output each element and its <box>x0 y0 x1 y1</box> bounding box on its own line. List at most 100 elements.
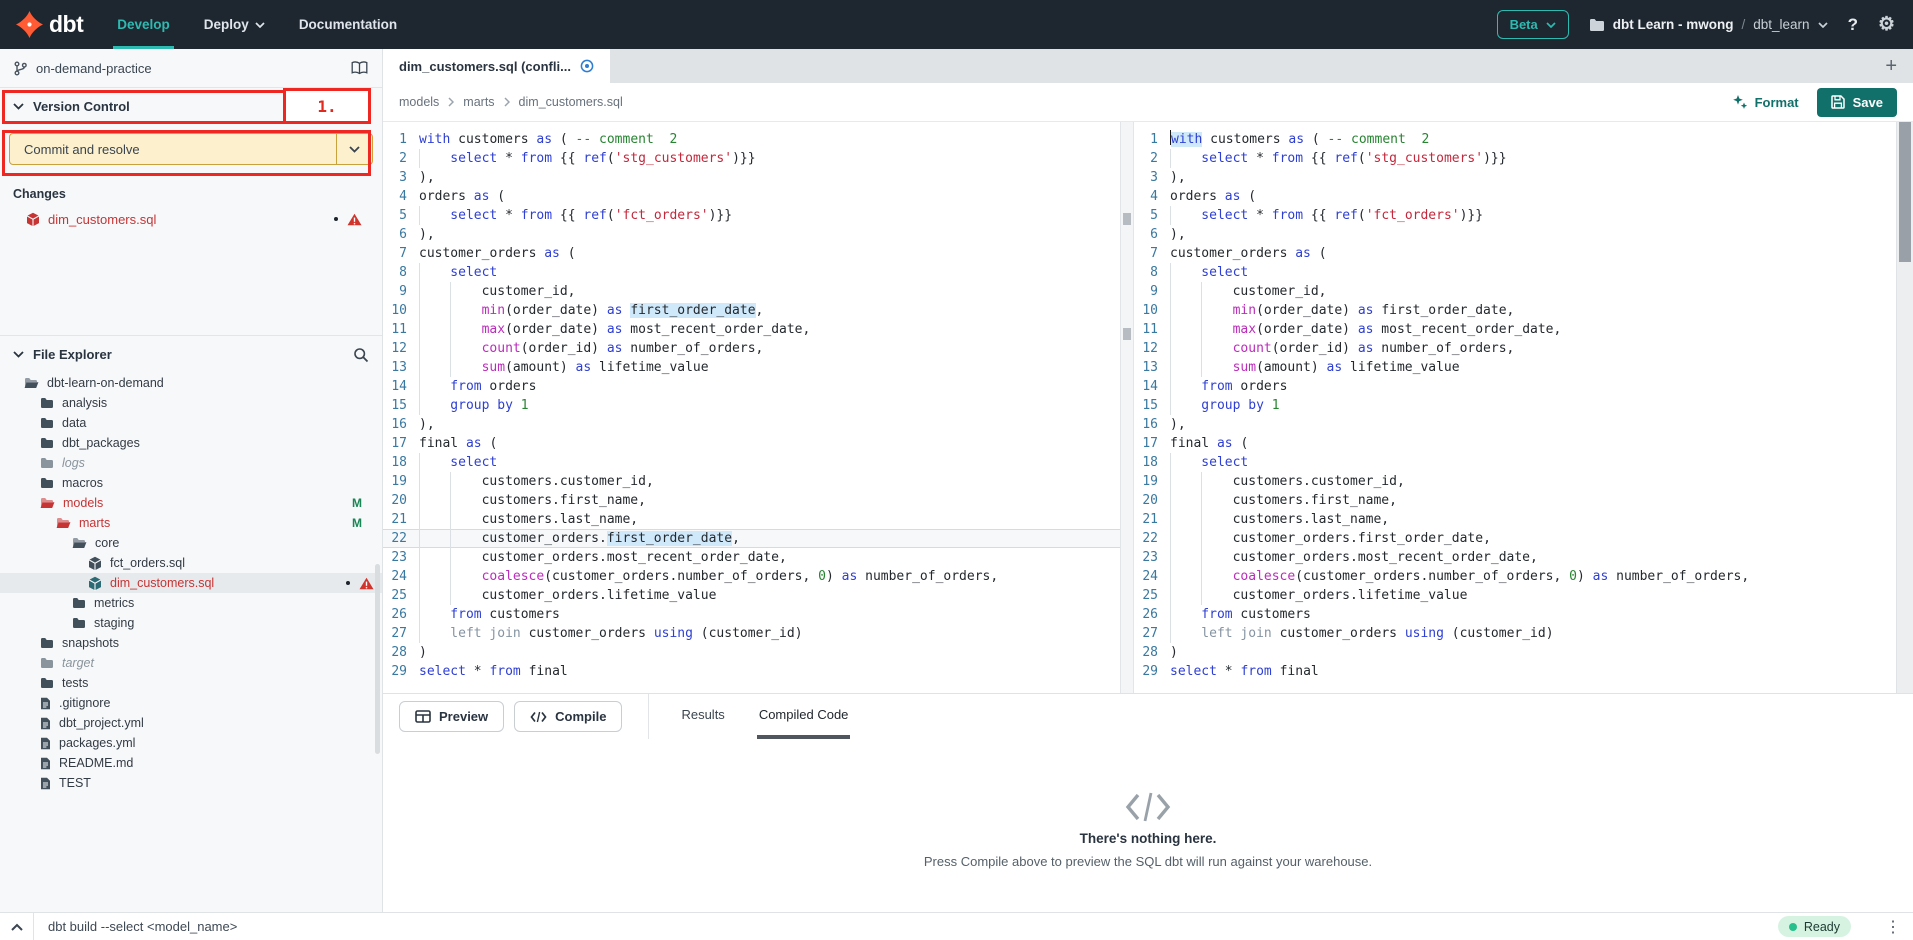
code-line-13[interactable]: 13sum(amount) as lifetime_value <box>383 358 1133 377</box>
code-line-22[interactable]: 22customer_orders.first_order_date, <box>1134 529 1896 548</box>
tree-item-readme-md[interactable]: README.md <box>0 753 382 773</box>
code-line-3[interactable]: 3), <box>1134 168 1896 187</box>
code-line-26[interactable]: 26from customers <box>383 605 1133 624</box>
code-line-16[interactable]: 16), <box>1134 415 1896 434</box>
dbt-logo[interactable]: dbt <box>16 11 83 38</box>
tree-item-dbt-project-yml[interactable]: dbt_project.yml <box>0 713 382 733</box>
code-line-11[interactable]: 11max(order_date) as most_recent_order_d… <box>383 320 1133 339</box>
breadcrumb-models[interactable]: models <box>399 95 439 109</box>
commit-and-resolve-button[interactable]: Commit and resolve <box>10 134 336 164</box>
tree-item-core[interactable]: core <box>0 533 382 553</box>
code-line-14[interactable]: 14from orders <box>1134 377 1896 396</box>
tab-dim-customers[interactable]: dim_customers.sql (confli... <box>383 49 610 83</box>
tree-item-analysis[interactable]: analysis <box>0 393 382 413</box>
nav-item-deploy[interactable]: Deploy <box>204 0 265 49</box>
tree-item-data[interactable]: data <box>0 413 382 433</box>
code-line-7[interactable]: 7customer_orders as ( <box>383 244 1133 263</box>
branch-row[interactable]: on-demand-practice <box>0 49 382 88</box>
code-line-21[interactable]: 21customers.last_name, <box>383 510 1133 529</box>
format-button[interactable]: Format <box>1732 94 1799 110</box>
tree-item-logs[interactable]: logs <box>0 453 382 473</box>
nav-item-develop[interactable]: Develop <box>117 0 170 49</box>
code-line-3[interactable]: 3), <box>383 168 1133 187</box>
code-line-1[interactable]: 1with customers as ( -- comment 2 <box>1134 130 1896 149</box>
code-line-21[interactable]: 21customers.last_name, <box>1134 510 1896 529</box>
tree-item-packages-yml[interactable]: packages.yml <box>0 733 382 753</box>
breadcrumb-file[interactable]: dim_customers.sql <box>519 95 623 109</box>
results-tab[interactable]: Results <box>679 694 726 739</box>
code-line-7[interactable]: 7customer_orders as ( <box>1134 244 1896 263</box>
code-line-18[interactable]: 18select <box>1134 453 1896 472</box>
file-explorer-header[interactable]: File Explorer <box>0 335 382 373</box>
code-line-12[interactable]: 12count(order_id) as number_of_orders, <box>383 339 1133 358</box>
compiled-code-tab[interactable]: Compiled Code <box>757 694 851 739</box>
code-line-18[interactable]: 18select <box>383 453 1133 472</box>
right-scrollbar[interactable] <box>1896 122 1913 693</box>
code-line-15[interactable]: 15group by 1 <box>1134 396 1896 415</box>
code-line-15[interactable]: 15group by 1 <box>383 396 1133 415</box>
code-line-4[interactable]: 4orders as ( <box>383 187 1133 206</box>
code-line-13[interactable]: 13sum(amount) as lifetime_value <box>1134 358 1896 377</box>
code-line-20[interactable]: 20customers.first_name, <box>1134 491 1896 510</box>
tree-item-dbt-packages[interactable]: dbt_packages <box>0 433 382 453</box>
tree-item-macros[interactable]: macros <box>0 473 382 493</box>
code-line-23[interactable]: 23customer_orders.most_recent_order_date… <box>1134 548 1896 567</box>
command-input[interactable]: dbt build --select <model_name> <box>34 919 1778 934</box>
account-selector[interactable]: dbt Learn - mwong / dbt_learn <box>1589 17 1828 32</box>
changed-file-row[interactable]: dim_customers.sql <box>0 207 382 231</box>
code-line-5[interactable]: 5select * from {{ ref('fct_orders')}} <box>383 206 1133 225</box>
save-button[interactable]: Save <box>1817 88 1897 117</box>
code-line-25[interactable]: 25customer_orders.lifetime_value <box>1134 586 1896 605</box>
code-line-24[interactable]: 24coalesce(customer_orders.number_of_ord… <box>1134 567 1896 586</box>
code-line-24[interactable]: 24coalesce(customer_orders.number_of_ord… <box>383 567 1133 586</box>
code-line-28[interactable]: 28) <box>383 643 1133 662</box>
code-line-29[interactable]: 29select * from final <box>1134 662 1896 681</box>
tree-item-test[interactable]: TEST <box>0 773 382 793</box>
kebab-menu-icon[interactable]: ⋮ <box>1885 917 1913 937</box>
code-line-10[interactable]: 10min(order_date) as first_order_date, <box>383 301 1133 320</box>
code-line-17[interactable]: 17final as ( <box>1134 434 1896 453</box>
code-line-1[interactable]: 1with customers as ( -- comment 2 <box>383 130 1133 149</box>
beta-button[interactable]: Beta <box>1497 10 1569 39</box>
left-editor-pane[interactable]: 1with customers as ( -- comment 22select… <box>383 122 1133 693</box>
tree-item-target[interactable]: target <box>0 653 382 673</box>
tree-item-staging[interactable]: staging <box>0 613 382 633</box>
compile-button[interactable]: Compile <box>514 701 622 732</box>
code-line-6[interactable]: 6), <box>1134 225 1896 244</box>
code-line-26[interactable]: 26from customers <box>1134 605 1896 624</box>
code-line-16[interactable]: 16), <box>383 415 1133 434</box>
left-overview-ruler[interactable] <box>1120 122 1133 693</box>
code-line-19[interactable]: 19customers.customer_id, <box>383 472 1133 491</box>
sidebar-scrollbar[interactable] <box>375 564 380 754</box>
code-line-6[interactable]: 6), <box>383 225 1133 244</box>
code-line-2[interactable]: 2select * from {{ ref('stg_customers')}} <box>383 149 1133 168</box>
code-line-23[interactable]: 23customer_orders.most_recent_order_date… <box>383 548 1133 567</box>
tree-item-marts[interactable]: martsM <box>0 513 382 533</box>
code-line-17[interactable]: 17final as ( <box>383 434 1133 453</box>
nav-item-documentation[interactable]: Documentation <box>299 0 397 49</box>
search-icon[interactable] <box>353 347 369 363</box>
code-line-27[interactable]: 27left join customer_orders using (custo… <box>1134 624 1896 643</box>
code-line-11[interactable]: 11max(order_date) as most_recent_order_d… <box>1134 320 1896 339</box>
preview-button[interactable]: Preview <box>399 701 504 732</box>
tree-item-metrics[interactable]: metrics <box>0 593 382 613</box>
code-line-19[interactable]: 19customers.customer_id, <box>1134 472 1896 491</box>
tree-item--gitignore[interactable]: .gitignore <box>0 693 382 713</box>
breadcrumb-marts[interactable]: marts <box>463 95 494 109</box>
right-scrollbar-thumb[interactable] <box>1899 122 1911 262</box>
tree-item-fct-orders-sql[interactable]: fct_orders.sql <box>0 553 382 573</box>
code-line-25[interactable]: 25customer_orders.lifetime_value <box>383 586 1133 605</box>
tree-item-dim-customers-sql[interactable]: dim_customers.sql <box>0 573 382 593</box>
code-line-22[interactable]: 22customer_orders.first_order_date, <box>383 529 1133 548</box>
code-line-12[interactable]: 12count(order_id) as number_of_orders, <box>1134 339 1896 358</box>
code-line-10[interactable]: 10min(order_date) as first_order_date, <box>1134 301 1896 320</box>
book-icon[interactable] <box>351 61 368 75</box>
tree-item-tests[interactable]: tests <box>0 673 382 693</box>
code-line-5[interactable]: 5select * from {{ ref('fct_orders')}} <box>1134 206 1896 225</box>
code-line-8[interactable]: 8select <box>383 263 1133 282</box>
tree-item-dbt-learn-on-demand[interactable]: dbt-learn-on-demand <box>0 373 382 393</box>
collapse-chevron-icon[interactable] <box>0 913 34 940</box>
tree-item-models[interactable]: modelsM <box>0 493 382 513</box>
code-line-27[interactable]: 27left join customer_orders using (custo… <box>383 624 1133 643</box>
code-line-20[interactable]: 20customers.first_name, <box>383 491 1133 510</box>
